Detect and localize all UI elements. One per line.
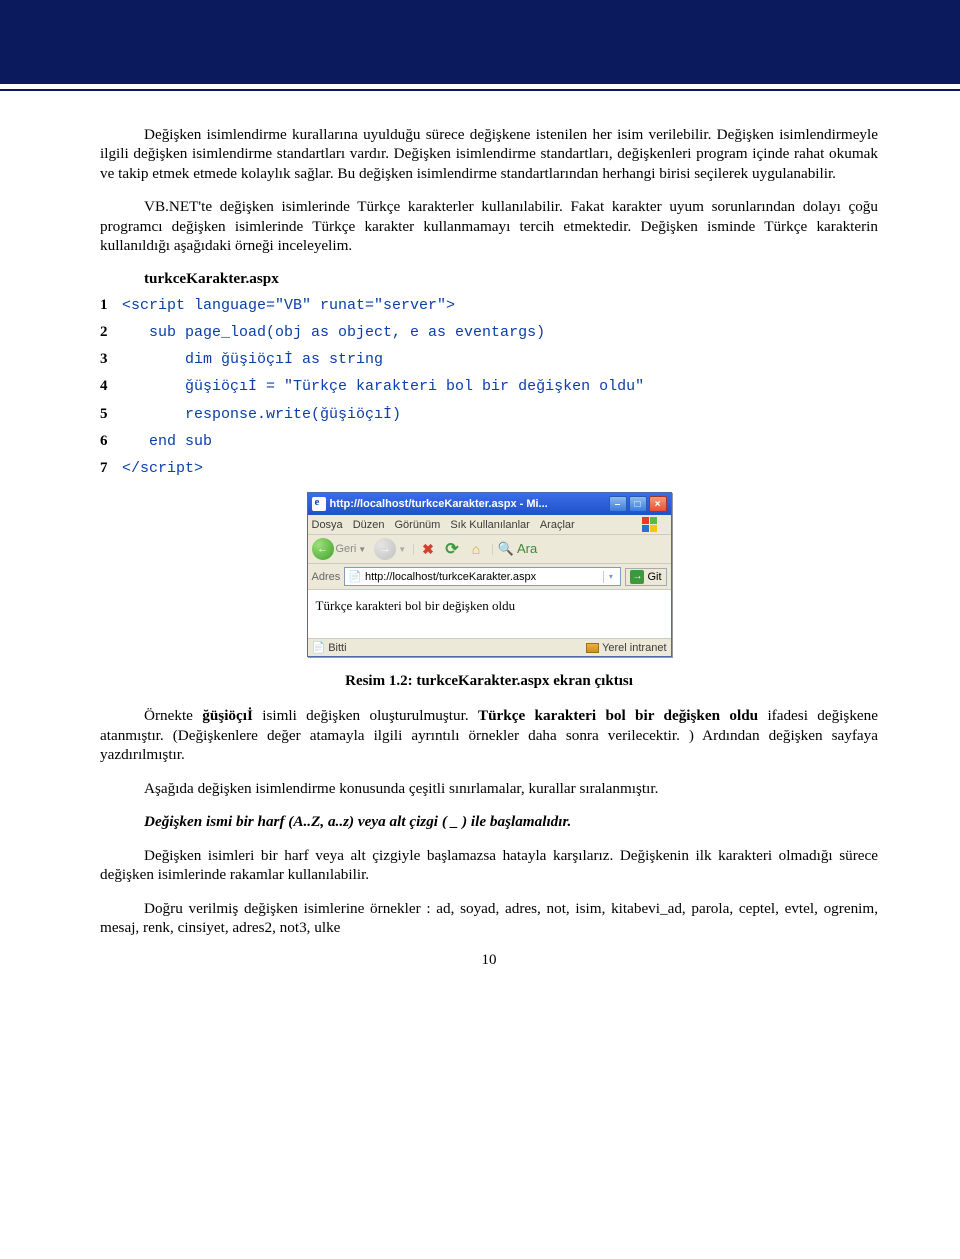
ie-titlebar[interactable]: http://localhost/turkceKarakter.aspx - M… — [308, 493, 671, 515]
menu-gorunum[interactable]: Görünüm — [394, 519, 440, 531]
menu-sik[interactable]: Sık Kullanılanlar — [450, 519, 530, 531]
figure-caption: Resim 1.2: turkceKarakter.aspx ekran çık… — [100, 673, 878, 690]
back-label: Geri — [336, 543, 357, 555]
ie-page-content: Türkçe karakteri bol bir değişken oldu — [308, 590, 671, 638]
done-icon: 📄 — [312, 641, 326, 654]
menu-duzen[interactable]: Düzen — [353, 519, 385, 531]
status-done: Bitti — [328, 642, 346, 654]
ie-browser-window: http://localhost/turkceKarakter.aspx - M… — [307, 492, 672, 657]
code-line-2: sub page_load(obj as object, e as eventa… — [122, 324, 545, 341]
paragraph-6: Değişken isimleri bir harf veya alt çizg… — [100, 846, 878, 885]
address-input[interactable]: 📄 http://localhost/turkceKarakter.aspx ▾ — [344, 567, 621, 586]
code-line-6: end sub — [122, 433, 212, 450]
menu-dosya[interactable]: Dosya — [312, 519, 343, 531]
search-label: Ara — [517, 541, 537, 556]
paragraph-1: Değişken isimlendirme kurallarına uyuldu… — [100, 125, 878, 183]
ie-address-bar: Adres 📄 http://localhost/turkceKarakter.… — [308, 564, 671, 590]
rule-heading: Değişken ismi bir harf (A..Z, a..z) veya… — [100, 812, 878, 831]
code-line-4: ğüşiöçıİ = "Türkçe karakteri bol bir değ… — [122, 378, 644, 395]
address-label: Adres — [312, 571, 341, 583]
paragraph-4: Aşağıda değişken isimlendirme konusunda … — [100, 779, 878, 798]
refresh-button[interactable]: ⟳ — [443, 540, 461, 558]
maximize-button[interactable]: □ — [629, 496, 647, 512]
address-dropdown[interactable]: ▾ — [603, 571, 617, 583]
ie-title-text: http://localhost/turkceKarakter.aspx - M… — [330, 498, 548, 510]
minimize-button[interactable]: – — [609, 496, 627, 512]
ie-menubar: Dosya Düzen Görünüm Sık Kullanılanlar Ar… — [308, 515, 671, 535]
page-number: 10 — [100, 952, 878, 969]
paragraph-7: Doğru verilmiş değişken isimlerine örnek… — [100, 899, 878, 938]
code-block: 1<script language="VB" runat="server"> 2… — [100, 292, 878, 483]
address-url: http://localhost/turkceKarakter.aspx — [365, 571, 603, 583]
home-button[interactable]: ⌂ — [467, 540, 485, 558]
ie-toolbar: ← Geri ▼ → ▼ | ✖ ⟳ ⌂ | 🔍 Ara — [308, 535, 671, 564]
code-line-5: response.write(ğüşiöçıİ) — [122, 406, 401, 423]
paragraph-3: Örnekte ğüşiöçıİ isimli değişken oluştur… — [100, 706, 878, 764]
go-label: Git — [647, 571, 661, 583]
paragraph-2: VB.NET'te değişken isimlerinde Türkçe ka… — [100, 197, 878, 255]
ie-icon — [312, 497, 326, 511]
chevron-down-icon: ▼ — [358, 545, 366, 554]
zone-icon — [586, 643, 599, 653]
back-arrow-icon: ← — [312, 538, 334, 560]
windows-flag-icon — [642, 517, 657, 532]
forward-button[interactable]: → — [374, 538, 396, 560]
ie-status-bar: 📄 Bitti Yerel intranet — [308, 638, 671, 656]
page-icon: 📄 — [348, 570, 362, 583]
back-button[interactable]: ← Geri ▼ — [312, 538, 367, 560]
go-arrow-icon: → — [630, 570, 644, 584]
page-body: Değişken isimlendirme kurallarına uyuldu… — [0, 91, 960, 989]
code-line-3: dim ğüşiöçıİ as string — [122, 351, 383, 368]
code-line-7: </script> — [122, 460, 203, 477]
code-line-1: <script language="VB" runat="server"> — [122, 297, 455, 314]
stop-button[interactable]: ✖ — [419, 540, 437, 558]
close-button[interactable]: × — [649, 496, 667, 512]
code-filename: turkceKarakter.aspx — [144, 270, 878, 288]
go-button[interactable]: → Git — [625, 568, 666, 586]
header-band-dark — [0, 0, 960, 84]
menu-araclar[interactable]: Araçlar — [540, 519, 575, 531]
search-button[interactable]: 🔍 Ara — [498, 541, 537, 557]
status-zone: Yerel intranet — [602, 642, 666, 654]
